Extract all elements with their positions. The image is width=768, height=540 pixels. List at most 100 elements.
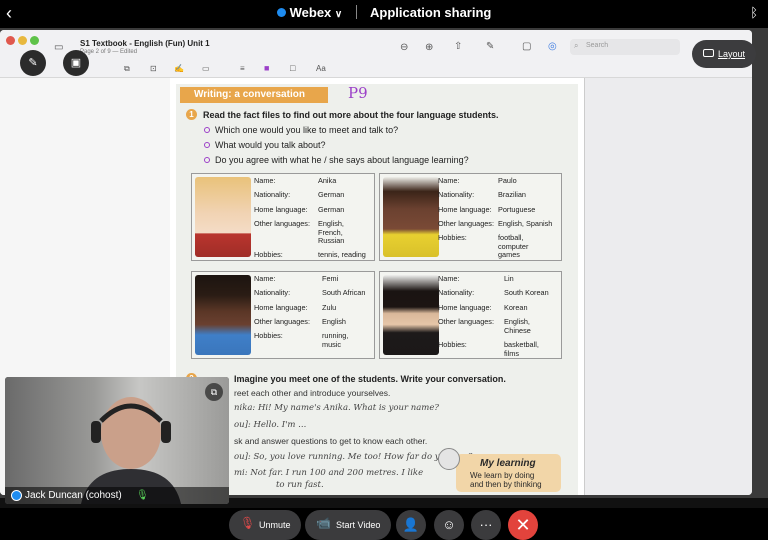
markup-icon[interactable]: ◎	[548, 41, 557, 52]
meeting-header: Webex ∨ Application sharing	[0, 5, 768, 20]
student-card-anika: Name: Anika Nationality: German Home lan…	[191, 173, 375, 261]
share-screen-icon[interactable]: ▣	[63, 50, 89, 76]
student-card-lin: Name: Lin Nationality: South Korean Home…	[379, 271, 562, 359]
annotate-pen-icon[interactable]: ✎	[20, 50, 46, 76]
dialogue-line: ou]: So, you love running. Me too! How f…	[234, 452, 473, 462]
label-hobbies: Hobbies:	[254, 331, 283, 340]
student-home-language: German	[318, 205, 345, 214]
dialogue-line: mi: Not far. I run 100 and 200 metres. I…	[234, 468, 424, 478]
header-divider	[355, 5, 357, 19]
student-name: Lin	[504, 274, 514, 283]
label-home-language: Home language:	[254, 303, 308, 312]
sign-tool-icon[interactable]: ✍	[174, 64, 184, 73]
close-window-dot[interactable]	[6, 36, 15, 45]
lightbulb-icon	[438, 448, 460, 470]
window-icon[interactable]: ▢	[522, 41, 531, 52]
unmute-button[interactable]: 🎙 Unmute	[229, 510, 301, 540]
layout-icon	[703, 49, 714, 57]
student-other-languages: English, Chinese	[504, 317, 531, 335]
pip-icon[interactable]: ⧉	[205, 383, 223, 401]
font-style-icon[interactable]: Aa	[316, 64, 326, 73]
student-card-femi: Name: Femi Nationality: South African Ho…	[191, 271, 375, 359]
my-learning-box: My learning We learn by doing and then b…	[456, 454, 561, 492]
exercise-2-step-a: reet each other and introduce yourselves…	[234, 388, 391, 398]
fill-color-icon[interactable]: □	[290, 63, 295, 73]
section-banner: Writing: a conversation	[180, 87, 328, 103]
system-status-bar: ‹ Webex ∨ Application sharing ᛒ	[0, 0, 768, 28]
student-nationality: South Korean	[504, 288, 549, 297]
pen-icon[interactable]: ✎	[486, 41, 494, 52]
label-hobbies: Hobbies:	[438, 340, 467, 349]
screen: { "status_bar": { "app_name": "Webex", "…	[0, 0, 768, 540]
more-icon[interactable]: ···	[471, 510, 501, 540]
participants-icon[interactable]: 👤	[396, 510, 426, 540]
zoom-out-icon[interactable]: ⊖	[400, 42, 408, 53]
line-style-icon[interactable]: ≡	[240, 64, 245, 73]
question-line: Do you agree with what he / she says abo…	[204, 155, 469, 165]
student-home-language: Korean	[504, 303, 528, 312]
student-name: Femi	[322, 274, 339, 283]
sidebar-toggle-icon[interactable]: ▭	[54, 42, 63, 53]
bluetooth-icon: ᛒ	[750, 5, 758, 20]
border-color-icon[interactable]: ■	[264, 63, 269, 73]
student-name: Paulo	[498, 176, 517, 185]
label-nationality: Nationality:	[254, 288, 291, 297]
document-title: S1 Textbook - English (Fun) Unit 1	[80, 39, 210, 48]
self-view-video[interactable]: ⧉ Jack Duncan (cohost) 🎙	[5, 377, 229, 504]
label-home-language: Home language:	[438, 205, 492, 214]
label-other-languages: Other languages:	[438, 317, 494, 326]
student-hobbies: football, computer games	[498, 233, 529, 259]
text-box-tool-icon[interactable]: ⊡	[150, 64, 157, 73]
label-name: Name:	[438, 176, 460, 185]
student-card-paulo: Name: Paulo Nationality: Brazilian Home …	[379, 173, 562, 261]
student-photo	[195, 177, 251, 257]
document-page: Writing: a conversation P9 1 Read the fa…	[170, 78, 584, 495]
zoom-window-dot[interactable]	[30, 36, 39, 45]
label-hobbies: Hobbies:	[438, 233, 467, 242]
zoom-in-icon[interactable]: ⊕	[425, 42, 433, 53]
end-call-icon[interactable]: ✕	[508, 510, 538, 540]
textbook-scan: Writing: a conversation P9 1 Read the fa…	[176, 84, 578, 495]
label-other-languages: Other languages:	[254, 317, 310, 326]
mic-muted-icon: 🎙	[240, 516, 256, 530]
student-hobbies: running, music	[322, 331, 349, 349]
label-home-language: Home language:	[254, 205, 308, 214]
student-hobbies: tennis, reading	[318, 250, 366, 259]
label-nationality: Nationality:	[254, 190, 291, 199]
search-field[interactable]: ⌕ Search	[570, 39, 680, 55]
label-name: Name:	[254, 274, 276, 283]
dialogue-line: to run fast.	[276, 480, 324, 490]
layout-label: Layout	[718, 49, 746, 59]
document-subtitle: Page 2 of 9 — Edited	[80, 49, 138, 55]
label-hobbies: Hobbies:	[254, 250, 283, 259]
exercise-1-instruction: Read the fact files to find out more abo…	[203, 110, 499, 120]
student-nationality: South African	[322, 288, 366, 297]
bullet-icon	[204, 142, 210, 148]
start-video-button[interactable]: 📹 Start Video	[305, 510, 391, 540]
question-line: Which one would you like to meet and tal…	[204, 125, 398, 135]
label-nationality: Nationality:	[438, 190, 475, 199]
layout-button[interactable]: Layout	[692, 40, 756, 68]
my-learning-text-1: We learn by doing	[470, 471, 535, 480]
shape-tool-icon[interactable]: ⧉	[124, 64, 130, 74]
student-nationality: Brazilian	[498, 190, 526, 199]
student-nationality: German	[318, 190, 345, 199]
headset-left	[91, 421, 101, 443]
student-home-language: Portuguese	[498, 205, 536, 214]
participant-figure	[81, 397, 181, 504]
share-icon[interactable]: ⇧	[454, 41, 462, 52]
exercise-2-step-b: sk and answer questions to get to know e…	[234, 436, 428, 446]
label-home-language: Home language:	[438, 303, 492, 312]
note-tool-icon[interactable]: ▭	[202, 64, 210, 73]
minimize-window-dot[interactable]	[18, 36, 27, 45]
label-other-languages: Other languages:	[254, 219, 310, 228]
student-other-languages: English, French, Russian	[318, 219, 345, 245]
dialogue-line: ou]: Hello. I'm ...	[234, 420, 307, 430]
question-line: What would you talk about?	[204, 140, 326, 150]
label-name: Name:	[254, 176, 276, 185]
my-learning-text-2: and then by thinking	[470, 480, 542, 489]
app-name[interactable]: Webex	[290, 5, 332, 20]
reactions-icon[interactable]: ☺	[434, 510, 464, 540]
app-menu-chevron-icon[interactable]: ∨	[335, 9, 342, 20]
bullet-icon	[204, 157, 210, 163]
